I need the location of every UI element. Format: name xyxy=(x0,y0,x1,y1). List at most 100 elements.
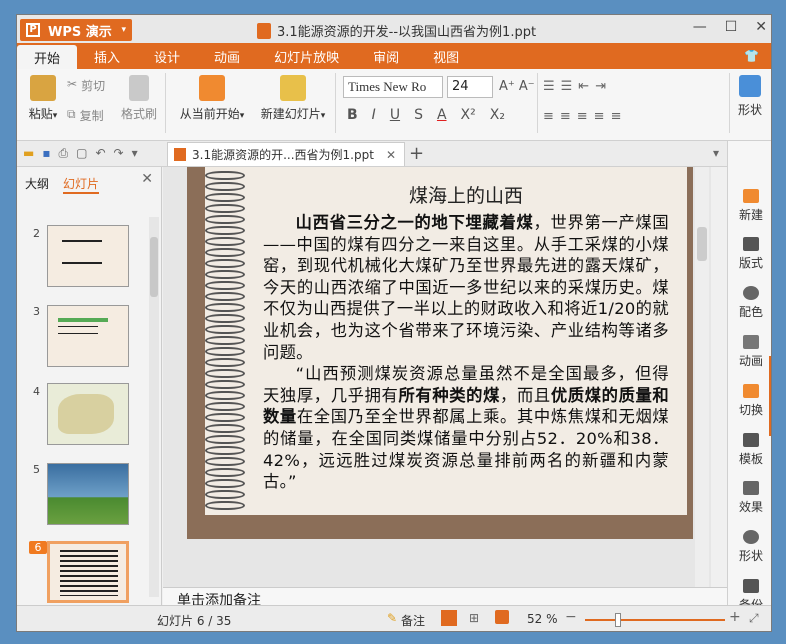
notes-area[interactable]: 单击添加备注 xyxy=(163,587,727,609)
play-icon xyxy=(199,75,225,101)
slideshow-play-icon[interactable] xyxy=(495,610,509,624)
sidebar-transition-button[interactable]: 切换 xyxy=(728,384,771,418)
sidebar-color-button[interactable]: 配色 xyxy=(728,286,771,320)
format-painter-label: 格式刷 xyxy=(121,107,158,121)
notes-icon[interactable]: ✎ xyxy=(387,611,397,625)
ribbon-tab-tools: 👕 xyxy=(744,43,771,69)
ppt-file-icon xyxy=(257,22,271,39)
slide-title[interactable]: 煤海上的山西 xyxy=(263,181,669,208)
zoom-in-icon[interactable]: + xyxy=(729,609,741,625)
bold-icon[interactable]: B xyxy=(347,107,358,123)
list-icons[interactable]: ☰☰⇤⇥ xyxy=(543,79,612,94)
shape-button[interactable]: 形状 xyxy=(733,75,767,118)
copy-icon: ⧉ xyxy=(67,107,76,121)
print-icon[interactable]: ⎙ xyxy=(58,146,68,161)
strikethrough-icon[interactable]: S xyxy=(414,107,423,123)
tab-design[interactable]: 设计 xyxy=(137,43,197,69)
tab-list-icon[interactable]: ▾ xyxy=(713,146,719,160)
spiral-ring xyxy=(205,479,245,488)
save-icon[interactable]: ▪ xyxy=(42,146,50,161)
tab-animation[interactable]: 动画 xyxy=(197,43,257,69)
p1-bold: 山西省三分之一的地下埋藏着煤 xyxy=(295,213,534,232)
format-painter-button[interactable]: 格式刷 xyxy=(121,75,157,122)
panel-scrollbar[interactable] xyxy=(149,217,159,597)
superscript-icon[interactable]: X² xyxy=(461,107,476,123)
sidebar-animation-button[interactable]: 动画 xyxy=(728,335,771,369)
ribbon-divider xyxy=(335,73,336,133)
skin-icon[interactable]: 👕 xyxy=(744,49,759,63)
font-size-select[interactable]: 24 xyxy=(447,76,493,98)
minimize-icon[interactable]: — xyxy=(693,19,707,35)
paste-button[interactable]: 粘贴▾ xyxy=(21,75,65,122)
scrollbar-thumb[interactable] xyxy=(150,237,158,297)
sidebar-new-button[interactable]: 新建 xyxy=(728,189,771,223)
tab-view[interactable]: 视图 xyxy=(416,43,476,69)
document-title-text: 3.1能源资源的开发--以我国山西省为例1.ppt xyxy=(277,25,537,40)
sidebar-effect-button[interactable]: 效果 xyxy=(728,481,771,515)
fit-window-icon[interactable]: ⤢ xyxy=(749,611,759,626)
spiral-ring xyxy=(205,259,245,268)
tab-insert[interactable]: 插入 xyxy=(77,43,137,69)
subscript-icon[interactable]: X₂ xyxy=(490,107,505,123)
tab-home[interactable]: 开始 xyxy=(17,45,78,69)
font-color-icon[interactable]: A xyxy=(437,107,447,123)
document-tab-label: 3.1能源资源的开...西省为例1.ppt xyxy=(192,148,374,162)
undo-icon[interactable]: ↶ xyxy=(95,146,105,161)
sidebar-label: 新建 xyxy=(738,208,763,222)
slide-thumbnail-6[interactable] xyxy=(47,541,129,603)
sidebar-shape-button[interactable]: 形状 xyxy=(728,530,771,564)
close-icon[interactable]: ✕ xyxy=(386,148,396,162)
sidebar-layout-button[interactable]: 版式 xyxy=(728,237,771,271)
font-grow-icon[interactable]: A⁺ A⁻ xyxy=(499,79,535,94)
slide-thumbnail-5[interactable] xyxy=(47,463,129,525)
slide-thumbnail-3[interactable] xyxy=(47,305,129,367)
open-folder-icon[interactable]: ▬ xyxy=(23,146,34,161)
underline-icon[interactable]: U xyxy=(390,107,400,123)
italic-icon[interactable]: I xyxy=(372,107,376,123)
tab-slideshow[interactable]: 幻灯片放映 xyxy=(257,43,356,69)
zoom-out-icon[interactable]: − xyxy=(565,609,577,625)
p2-bold-b: 所有种类的煤 xyxy=(398,385,501,405)
normal-view-icon[interactable] xyxy=(441,610,457,626)
ribbon-divider xyxy=(729,73,730,133)
sidebar-template-button[interactable]: 模板 xyxy=(728,433,771,467)
slide-thumbnail-2[interactable] xyxy=(47,225,129,287)
canvas-scrollbar[interactable] xyxy=(695,167,709,587)
close-icon[interactable]: ✕ xyxy=(755,19,767,35)
maximize-icon[interactable]: ☐ xyxy=(725,19,738,35)
tab-review[interactable]: 审阅 xyxy=(356,43,416,69)
document-tab[interactable]: 3.1能源资源的开...西省为例1.ppt ✕ xyxy=(167,142,405,166)
play-from-current-button[interactable]: 从当前开始▾ xyxy=(175,75,249,122)
tab-outline[interactable]: 大纲 xyxy=(25,175,49,194)
new-tab-icon[interactable]: + xyxy=(409,143,424,164)
new-slide-button[interactable]: 新建幻灯片▾ xyxy=(255,75,331,122)
scrollbar-thumb[interactable] xyxy=(697,227,707,261)
tab-slides[interactable]: 幻灯片 xyxy=(63,175,100,194)
template-icon xyxy=(743,433,759,447)
redo-icon[interactable]: ↷ xyxy=(114,146,124,161)
sidebar-resize-handle[interactable] xyxy=(769,356,771,436)
wps-app-menu-button[interactable]: P WPS 演示 ▾ xyxy=(20,19,132,41)
slide-number: 5 xyxy=(33,463,40,476)
notes-toggle[interactable]: 备注 xyxy=(401,612,425,629)
spiral-ring xyxy=(205,402,245,411)
slide-body-text[interactable]: 山西省三分之一的地下埋藏着煤，世界第一产煤国——中国的煤有四分之一来自这里。从手… xyxy=(263,212,669,493)
slide-thumbnail-4[interactable] xyxy=(47,383,129,445)
new-slide-icon xyxy=(280,75,306,101)
sorter-view-icon[interactable]: ⊞ xyxy=(469,611,479,625)
thumbnail-text-lines xyxy=(60,550,118,596)
chevron-down-icon[interactable]: ▾ xyxy=(132,146,138,161)
copy-button[interactable]: ⧉ 复制 xyxy=(67,107,104,124)
status-bar: 幻灯片 6 / 35 ✎ 备注 ⊞ 52 % − + ⤢ xyxy=(17,605,771,631)
spiral-ring xyxy=(205,237,245,246)
zoom-slider[interactable] xyxy=(585,613,725,627)
scissors-icon: ✂ xyxy=(67,77,78,91)
cut-button[interactable]: ✂ 剪切 xyxy=(67,77,105,94)
slide-frame[interactable]: 煤海上的山西 山西省三分之一的地下埋藏着煤，世界第一产煤国——中国的煤有四分之一… xyxy=(187,167,693,539)
zoom-slider-thumb[interactable] xyxy=(615,613,621,627)
sidebar-label: 模板 xyxy=(738,452,763,466)
close-icon[interactable]: ✕ xyxy=(141,171,153,187)
font-name-select[interactable]: Times New Ro xyxy=(343,76,443,98)
preview-icon[interactable]: ▢ xyxy=(76,146,87,161)
align-icons[interactable]: ≡≡≡≡≡ xyxy=(543,109,627,124)
